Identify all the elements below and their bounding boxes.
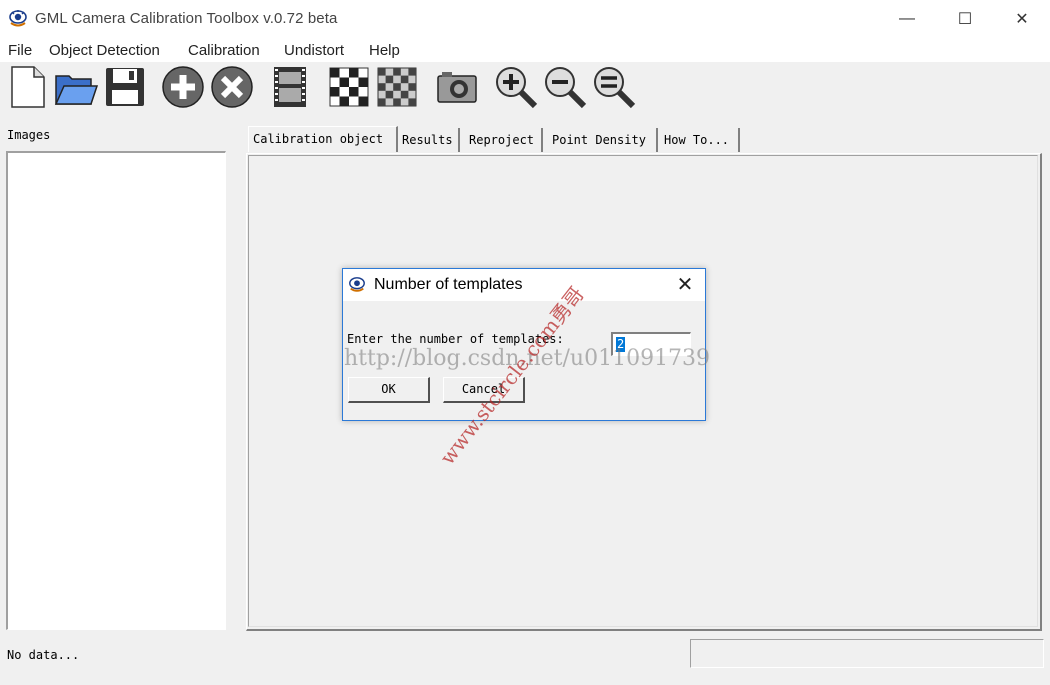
status-field xyxy=(690,639,1044,668)
templates-count-input[interactable]: 2 xyxy=(611,332,691,356)
cancel-button[interactable]: Cancel xyxy=(443,377,525,403)
tab-results[interactable]: Results xyxy=(398,128,460,152)
menu-file[interactable]: File xyxy=(8,42,32,59)
camera-icon[interactable] xyxy=(434,64,480,110)
open-folder-icon[interactable] xyxy=(53,64,99,110)
eye-app-icon xyxy=(349,277,365,292)
save-icon[interactable] xyxy=(102,64,148,110)
minimize-button[interactable]: — xyxy=(884,2,930,36)
ok-button[interactable]: OK xyxy=(348,377,430,403)
templates-count-value: 2 xyxy=(616,337,626,352)
tab-point-density[interactable]: Point Density xyxy=(548,128,658,152)
checkerboard-alt-icon[interactable] xyxy=(374,64,420,110)
close-button[interactable]: ✕ xyxy=(999,2,1045,36)
zoom-in-icon[interactable] xyxy=(493,64,539,110)
eye-app-icon xyxy=(9,10,27,27)
tab-how-to[interactable]: How To... xyxy=(660,128,740,152)
zoom-out-icon[interactable] xyxy=(542,64,588,110)
images-list[interactable] xyxy=(6,151,226,630)
zoom-reset-icon[interactable] xyxy=(591,64,637,110)
title-bar: GML Camera Calibration Toolbox v.0.72 be… xyxy=(0,0,1050,38)
maximize-button[interactable]: ☐ xyxy=(942,2,988,36)
dialog-close-button[interactable]: ✕ xyxy=(673,273,697,297)
number-of-templates-dialog: Number of templates ✕ Enter the number o… xyxy=(342,268,706,421)
window-title: GML Camera Calibration Toolbox v.0.72 be… xyxy=(35,10,338,27)
menu-help[interactable]: Help xyxy=(369,42,400,59)
tab-calibration-object[interactable]: Calibration object xyxy=(248,126,398,152)
dialog-title-bar: Number of templates ✕ xyxy=(343,269,705,301)
images-label: Images xyxy=(7,128,51,142)
menu-object-detection[interactable]: Object Detection xyxy=(49,42,160,59)
new-file-icon[interactable] xyxy=(4,64,50,110)
film-strip-icon[interactable] xyxy=(267,64,313,110)
dialog-prompt: Enter the number of templates: xyxy=(347,332,564,346)
menu-undistort[interactable]: Undistort xyxy=(284,42,344,59)
menu-calibration[interactable]: Calibration xyxy=(188,42,260,59)
remove-icon[interactable] xyxy=(209,64,255,110)
tab-reproject[interactable]: Reproject xyxy=(465,128,543,152)
checkerboard-icon[interactable] xyxy=(326,64,372,110)
dialog-title: Number of templates xyxy=(374,276,523,293)
add-icon[interactable] xyxy=(160,64,206,110)
status-text: No data... xyxy=(7,648,80,662)
